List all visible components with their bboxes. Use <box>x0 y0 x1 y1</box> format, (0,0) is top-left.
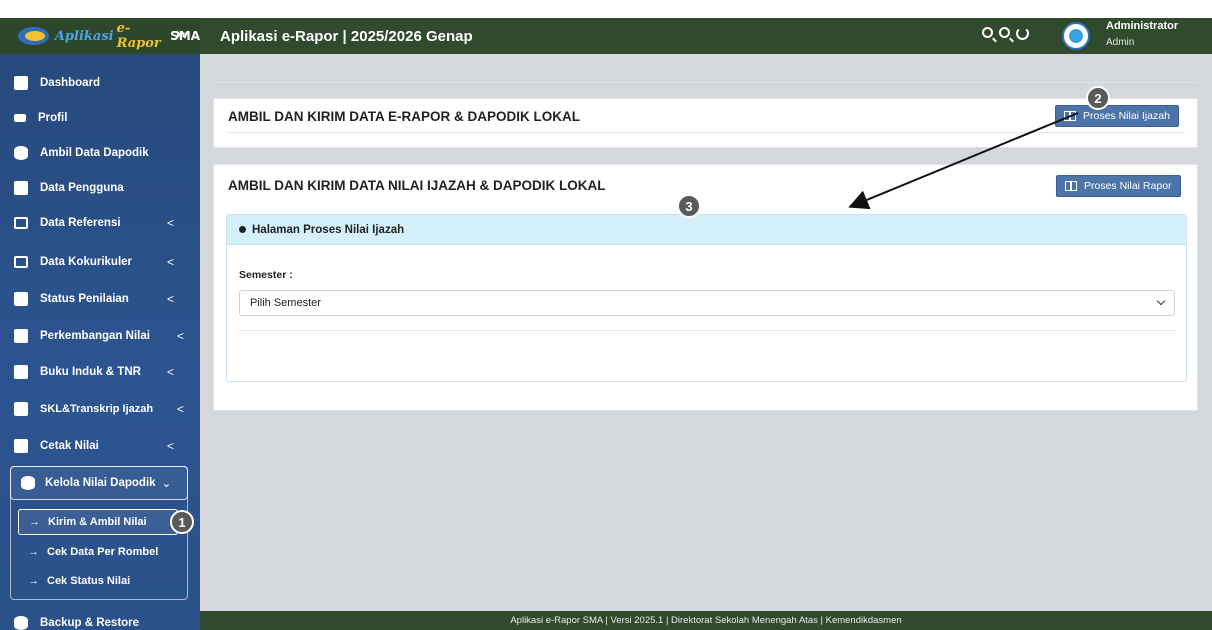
sidebar-item-label: Perkembangan Nilai <box>40 330 150 342</box>
sidebar-subitem-cek-data-rombel[interactable]: → Cek Data Per Rombel <box>18 539 188 565</box>
sidebar-subitem-cek-status-nilai[interactable]: → Cek Status Nilai <box>18 568 188 594</box>
sidebar-item-kelola-nilai-dapodik[interactable]: Kelola Nilai Dapodik ⌄ <box>10 466 188 500</box>
monitor-icon <box>14 217 28 229</box>
sidebar-item-label: Data Kokurikuler <box>40 256 133 268</box>
sidebar-item-ambil-data-dapodik[interactable]: Ambil Data Dapodik <box>14 136 196 170</box>
chevron-down-icon: ⌄ <box>161 478 172 490</box>
card-ambil-kirim-erapor: AMBIL DAN KIRIM DATA E-RAPOR & DAPODIK L… <box>213 98 1198 148</box>
sidebar-item-label: Profil <box>38 112 68 124</box>
semester-select[interactable]: Pilih Semester <box>239 290 1175 316</box>
divider <box>213 82 1198 83</box>
divider <box>239 330 1175 331</box>
proses-ijazah-panel: Halaman Proses Nilai Ijazah Semester : P… <box>226 214 1187 382</box>
database-icon <box>14 616 28 630</box>
chevron-down-icon <box>1156 296 1166 306</box>
id-card-icon <box>14 114 26 122</box>
top-header: Aplikasi e-Rapor SMA ⏵⏸ Aplikasi e-Rapor… <box>0 18 1212 54</box>
book-open-icon <box>1065 181 1077 191</box>
zoom-out-icon[interactable] <box>999 27 1010 38</box>
sidebar-item-cetak-nilai[interactable]: Cetak Nilai < <box>14 429 196 463</box>
sidebar-item-data-kokurikuler[interactable]: Data Kokurikuler < <box>14 245 196 279</box>
sidebar-subitem-kirim-ambil-nilai[interactable]: → Kirim & Ambil Nilai <box>18 509 178 535</box>
arrow-right-icon: → <box>28 575 39 587</box>
users-icon <box>14 181 28 195</box>
sidebar: Dashboard Profil Ambil Data Dapodik Data… <box>0 54 200 630</box>
sidebar-item-label: Kelola Nilai Dapodik <box>45 477 156 489</box>
chevron-left-icon: < <box>166 216 174 230</box>
sidebar-subitem-label: Cek Status Nilai <box>47 575 131 587</box>
sidebar-item-skl-transkrip[interactable]: SKL&Transkrip Ijazah < <box>14 392 196 426</box>
panel-header: Halaman Proses Nilai Ijazah <box>227 215 1186 245</box>
database-icon <box>21 476 35 490</box>
dashboard-icon <box>14 76 28 90</box>
reset-zoom-icon[interactable] <box>1016 27 1029 40</box>
main-content: AMBIL DAN KIRIM DATA E-RAPOR & DAPODIK L… <box>200 54 1212 611</box>
footer: Aplikasi e-Rapor SMA | Versi 2025.1 | Di… <box>200 611 1212 630</box>
chevron-left-icon: < <box>166 439 174 453</box>
arrow-right-icon: → <box>29 516 40 528</box>
sidebar-item-label: Backup & Restore <box>40 617 140 629</box>
database-icon <box>14 146 28 160</box>
brand-name-part2: e-Rapor <box>116 21 161 51</box>
proses-nilai-ijazah-button[interactable]: Proses Nilai Ijazah <box>1055 105 1179 127</box>
semester-label: Semester : <box>239 269 293 281</box>
chevron-left-icon: < <box>166 292 174 306</box>
sidebar-item-status-penilaian[interactable]: Status Penilaian < <box>14 282 196 316</box>
annotation-badge-2: 2 <box>1086 86 1110 110</box>
sidebar-item-label: Data Referensi <box>40 217 121 229</box>
book-icon <box>14 256 28 268</box>
header-tools <box>982 27 1029 40</box>
annotation-badge-3: 3 <box>677 194 701 218</box>
sidebar-item-backup-restore[interactable]: Backup & Restore <box>14 606 196 630</box>
page-title: Aplikasi e-Rapor | 2025/2026 Genap <box>220 28 473 45</box>
card-title: AMBIL DAN KIRIM DATA NILAI IJAZAH & DAPO… <box>228 178 606 193</box>
card-title: AMBIL DAN KIRIM DATA E-RAPOR & DAPODIK L… <box>228 109 580 124</box>
sidebar-item-label: SKL&Transkrip Ijazah <box>40 403 154 415</box>
zoom-in-icon[interactable] <box>982 27 993 38</box>
sidebar-item-label: Buku Induk & TNR <box>40 366 141 378</box>
brand-logo-icon <box>18 27 49 45</box>
brand-name-part1: Aplikasi <box>54 28 114 44</box>
sidebar-item-label: Ambil Data Dapodik <box>40 147 149 159</box>
user-name[interactable]: Administrator <box>1106 20 1178 32</box>
button-label: Proses Nilai Rapor <box>1084 180 1172 192</box>
bar-chart-icon <box>14 329 28 343</box>
book-open-icon <box>1064 111 1076 121</box>
user-role: Admin <box>1106 37 1135 48</box>
sidebar-item-label: Status Penilaian <box>40 293 129 305</box>
sidebar-subitem-label: Cek Data Per Rombel <box>47 546 159 558</box>
sidebar-item-data-referensi[interactable]: Data Referensi < <box>14 206 196 240</box>
sidebar-item-buku-induk[interactable]: Buku Induk & TNR < <box>14 355 196 389</box>
sidebar-toggle-icon[interactable]: ⏵⏸ <box>176 29 187 42</box>
proses-nilai-rapor-button[interactable]: Proses Nilai Rapor <box>1056 175 1181 197</box>
chart-icon <box>14 292 28 306</box>
card-ambil-kirim-ijazah: AMBIL DAN KIRIM DATA NILAI IJAZAH & DAPO… <box>213 164 1198 411</box>
file-icon <box>14 402 28 416</box>
sidebar-item-data-pengguna[interactable]: Data Pengguna <box>14 171 196 205</box>
sidebar-subitem-label: Kirim & Ambil Nilai <box>48 516 147 528</box>
sidebar-item-perkembangan-nilai[interactable]: Perkembangan Nilai < <box>14 319 196 353</box>
avatar[interactable] <box>1062 22 1090 50</box>
sidebar-item-dashboard[interactable]: Dashboard <box>14 66 196 100</box>
brand[interactable]: Aplikasi e-Rapor SMA <box>0 18 200 54</box>
app-window: Aplikasi e-Rapor SMA ⏵⏸ Aplikasi e-Rapor… <box>0 0 1212 630</box>
ledger-icon <box>14 365 28 379</box>
sidebar-item-profil[interactable]: Profil <box>14 101 196 135</box>
sidebar-item-label: Data Pengguna <box>40 182 124 194</box>
chevron-left-icon: < <box>166 365 174 379</box>
chevron-left-icon: < <box>176 329 184 343</box>
annotation-badge-1: 1 <box>170 510 194 534</box>
semester-select-value: Pilih Semester <box>250 297 321 309</box>
printer-icon <box>14 439 28 453</box>
button-label: Proses Nilai Ijazah <box>1083 110 1170 122</box>
panel-title: Halaman Proses Nilai Ijazah <box>252 223 405 236</box>
arrow-right-icon: → <box>28 546 39 558</box>
sidebar-item-label: Cetak Nilai <box>40 440 99 452</box>
chevron-left-icon: < <box>166 255 174 269</box>
chevron-left-icon: < <box>176 402 184 416</box>
sidebar-item-label: Dashboard <box>40 77 101 89</box>
divider <box>228 132 1185 133</box>
bullet-icon <box>239 226 246 233</box>
